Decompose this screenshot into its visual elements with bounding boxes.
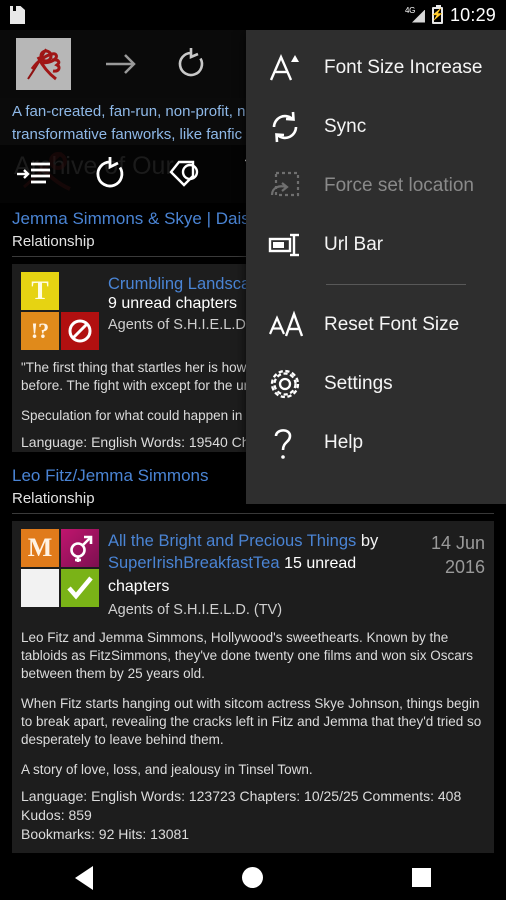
story-summary: Leo Fitz and Jemma Simmons, Hollywood's … <box>21 629 485 779</box>
battery-charging-icon: ⚡ <box>430 4 445 24</box>
indent-list-icon[interactable] <box>14 154 54 194</box>
summary-paragraph: Leo Fitz and Jemma Simmons, Hollywood's … <box>21 630 474 681</box>
complete-check-icon <box>61 569 99 607</box>
overflow-menu[interactable]: Font Size Increase Sync Force set locati… <box>246 30 506 504</box>
menu-item-label: Settings <box>324 372 393 394</box>
sd-card-icon <box>10 6 25 24</box>
reset-font-size-icon <box>268 309 324 340</box>
recents-icon[interactable] <box>412 868 432 887</box>
rating-icon: T <box>21 272 59 310</box>
menu-item-settings[interactable]: Settings <box>246 354 506 413</box>
stats-line: Language: English Words: 123723 Chapters… <box>21 788 462 823</box>
menu-item-font-size-increase[interactable]: Font Size Increase <box>246 38 506 97</box>
ao3-logo[interactable] <box>16 38 71 90</box>
back-icon[interactable] <box>74 865 93 890</box>
url-bar-icon <box>268 232 324 258</box>
gender-icon <box>61 529 99 567</box>
menu-item-label: Force set location <box>324 174 474 196</box>
refresh-icon[interactable] <box>171 44 211 84</box>
signal-icon: 4G <box>404 5 425 23</box>
stats-line: Bookmarks: 92 Hits: 13081 <box>21 826 190 842</box>
menu-item-label: Font Size Increase <box>324 56 483 78</box>
not-complete-icon <box>61 312 99 350</box>
story-title[interactable]: All the Bright and Precious Things <box>108 532 356 550</box>
rating-icon: M <box>21 529 59 567</box>
menu-item-url-bar[interactable]: Url Bar <box>246 215 506 274</box>
font-increase-icon <box>268 52 324 84</box>
forward-arrow-icon[interactable] <box>101 44 141 84</box>
menu-item-help[interactable]: Help <box>246 413 506 472</box>
menu-divider <box>326 284 466 285</box>
fandom-label: Agents of S.H.I.E.L.D. (TV) <box>108 602 283 618</box>
warning-icon: !? <box>21 312 59 350</box>
tags-icon[interactable] <box>166 154 206 194</box>
category-quad-icon <box>61 272 99 310</box>
network-type-label: 4G <box>404 5 416 15</box>
menu-item-force-set-location[interactable]: Force set location <box>246 156 506 215</box>
story-meta: All the Bright and Precious Things by Su… <box>108 529 422 620</box>
bolt-glyph: ⚡ <box>430 8 445 21</box>
menu-item-label: Url Bar <box>324 233 384 255</box>
gear-icon <box>268 367 324 401</box>
story-card[interactable]: M All the Bright and Precious Things by … <box>12 521 494 853</box>
story-author[interactable]: SuperIrishBreakfastTea <box>108 554 280 572</box>
menu-item-reset-font-size[interactable]: Reset Font Size <box>246 295 506 354</box>
blank-icon <box>21 569 59 607</box>
menu-item-label: Help <box>324 431 364 453</box>
help-icon <box>268 426 324 460</box>
divider <box>12 513 494 514</box>
story-title-line: All the Bright and Precious Things by Su… <box>108 530 422 598</box>
status-bar-left <box>10 6 25 24</box>
refresh-icon[interactable] <box>90 154 130 194</box>
story-stats: Language: English Words: 123723 Chapters… <box>21 787 485 844</box>
menu-item-sync[interactable]: Sync <box>246 97 506 156</box>
story-date: 14 Jun 2016 <box>431 529 485 620</box>
clock-label: 10:29 <box>449 4 496 25</box>
force-set-location-icon <box>268 169 324 203</box>
summary-paragraph: A story of love, loss, and jealousy in T… <box>21 762 313 777</box>
status-bar-right: 4G ⚡ 10:29 <box>404 4 496 26</box>
android-nav-bar <box>0 855 506 900</box>
sync-icon <box>268 110 324 144</box>
story-header: M All the Bright and Precious Things by … <box>21 529 485 620</box>
home-icon[interactable] <box>241 867 263 888</box>
date-year: 2016 <box>444 557 485 577</box>
story-icons: M <box>21 529 99 620</box>
status-bar: 4G ⚡ 10:29 <box>0 0 506 30</box>
screen: 4G ⚡ 10:29 A fan-created, fan-run, non-p… <box>0 0 506 900</box>
story-icons: T !? <box>21 272 99 350</box>
by-label: by <box>360 532 379 550</box>
menu-item-label: Sync <box>324 115 367 137</box>
summary-paragraph: When Fitz starts hanging out with sitcom… <box>21 696 482 747</box>
menu-item-label: Reset Font Size <box>324 313 460 335</box>
date-day: 14 Jun <box>430 533 485 553</box>
